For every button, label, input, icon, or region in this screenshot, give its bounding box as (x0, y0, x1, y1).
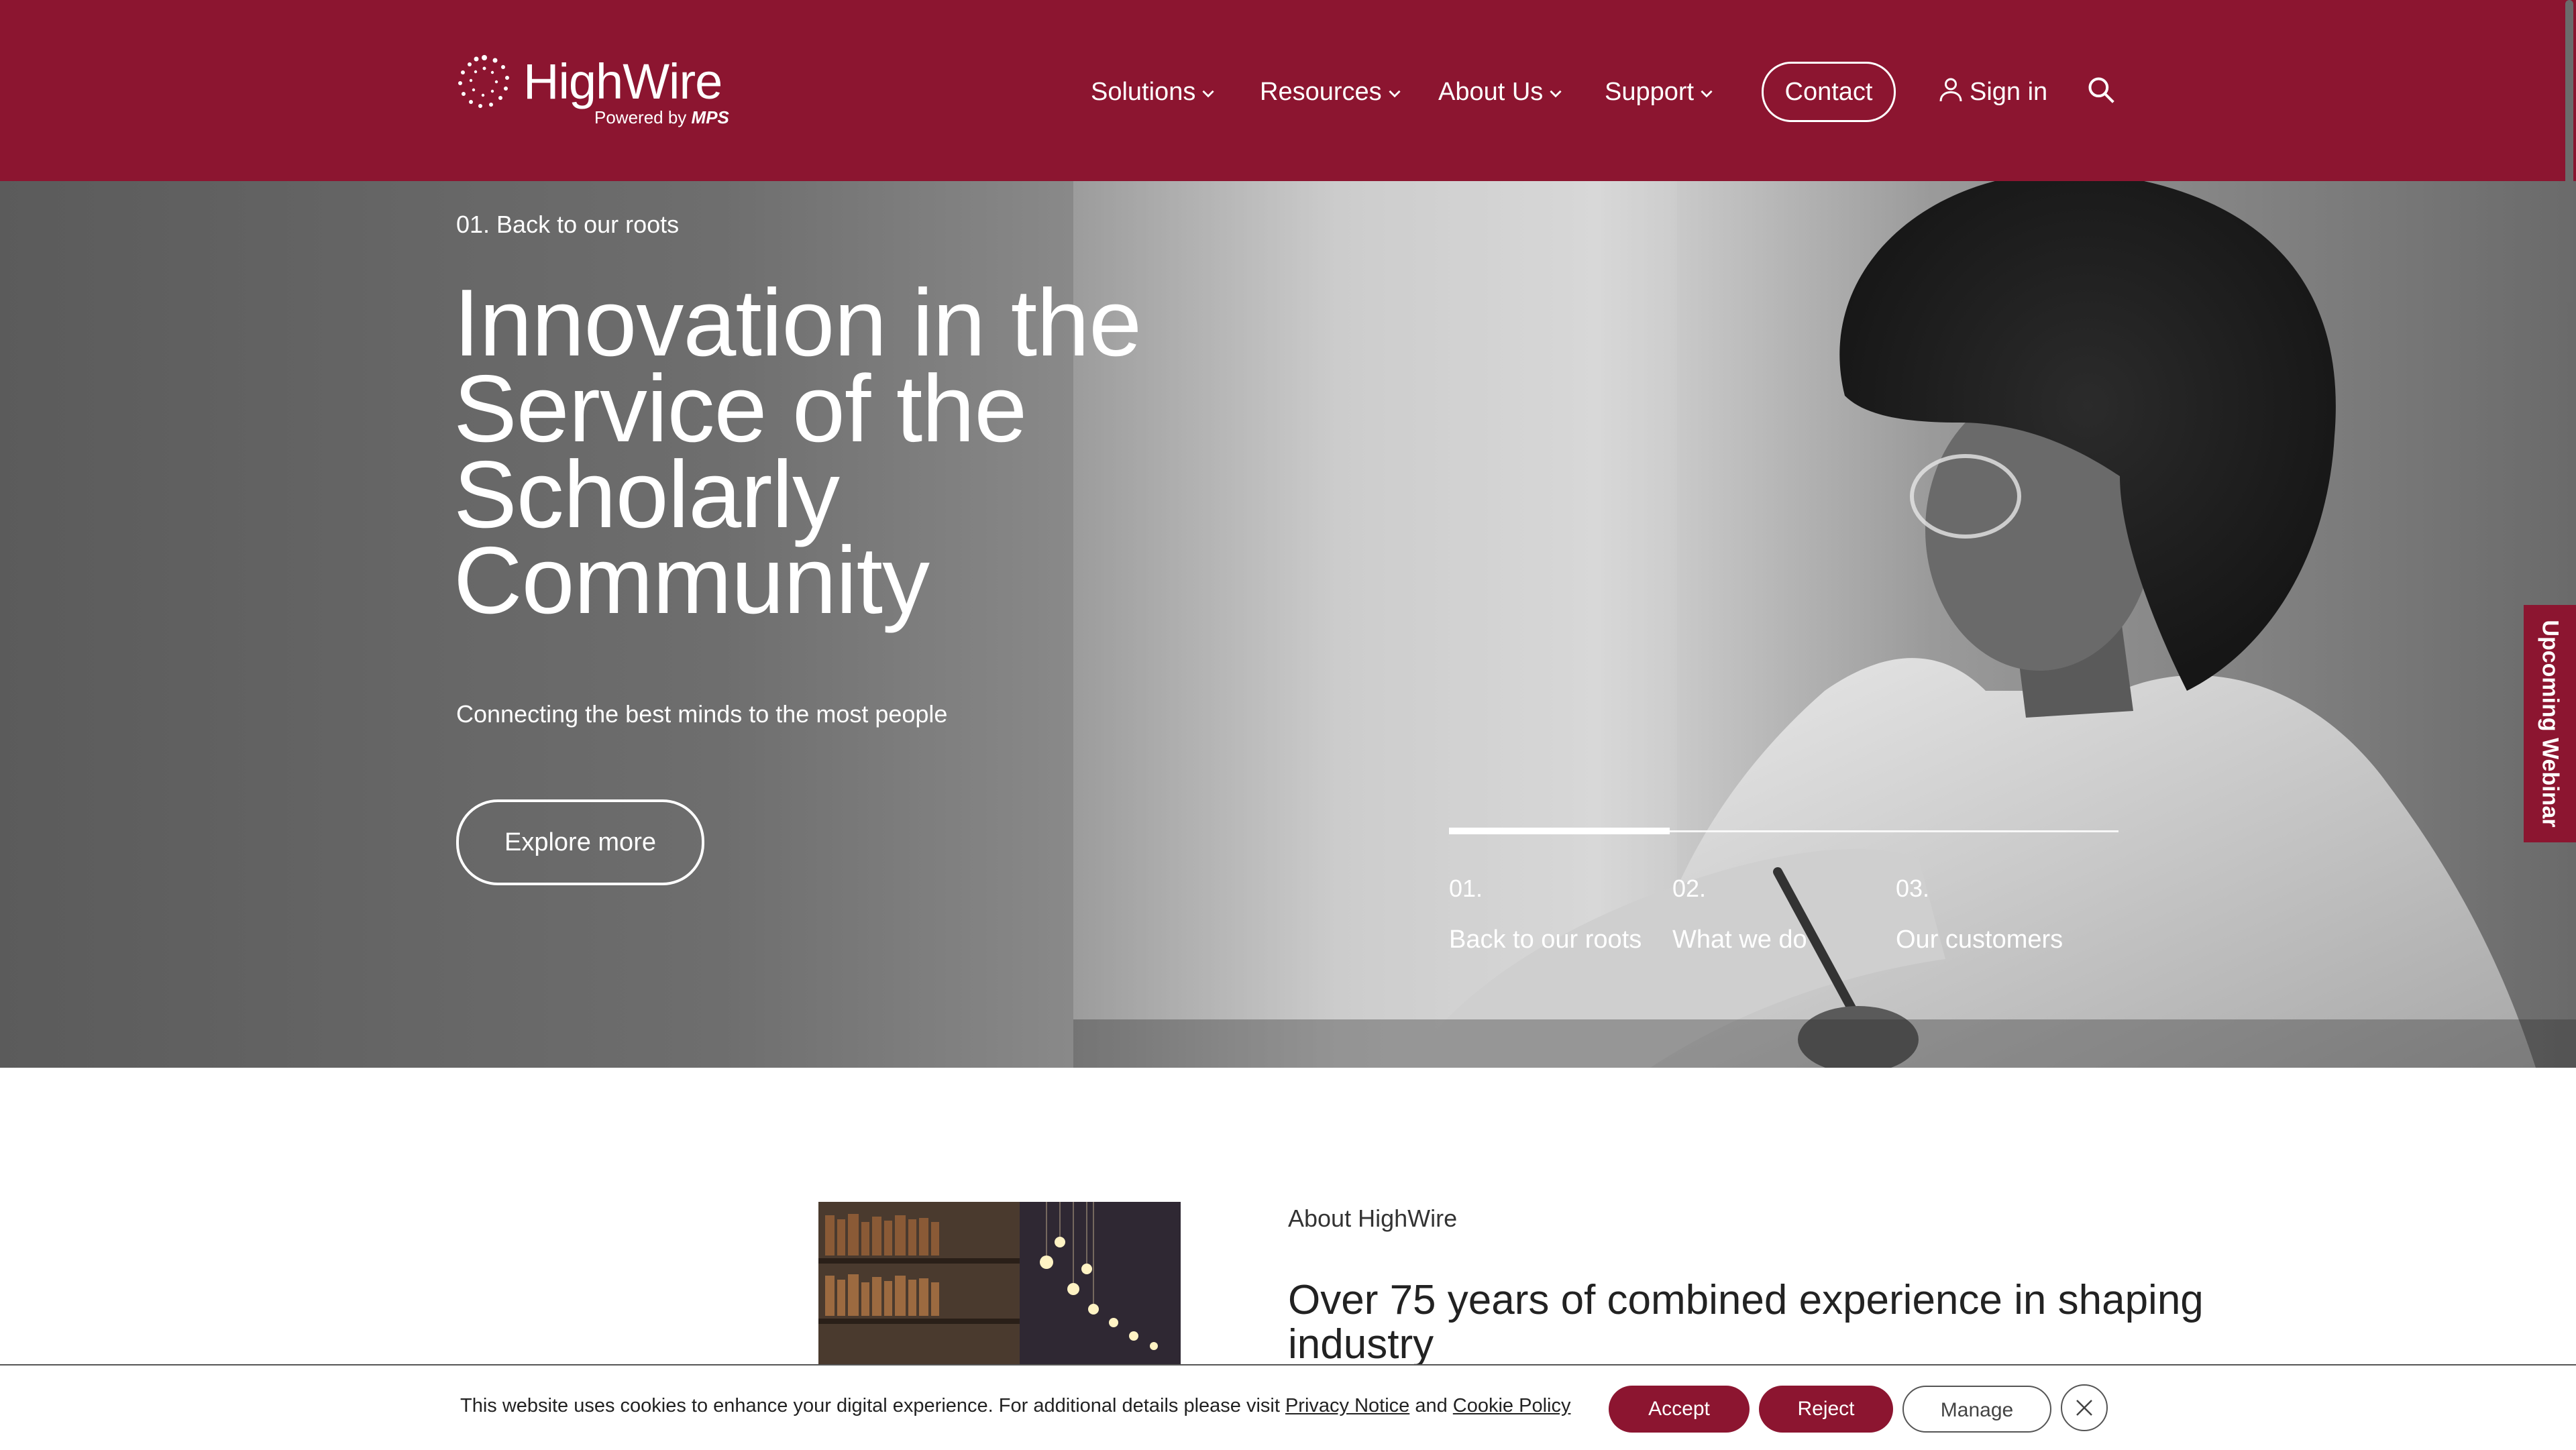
logo-tagline-prefix: Powered by (594, 107, 692, 127)
chevron-down-icon (1389, 90, 1401, 98)
cookie-banner: This website uses cookies to enhance you… (0, 1364, 2576, 1450)
slide-tab-1[interactable]: 01. Back to our roots (1449, 872, 1664, 956)
upcoming-webinar-tab[interactable]: Upcoming Webinar (2524, 605, 2576, 842)
slide-tab-2[interactable]: 02. What we do (1672, 872, 1887, 956)
cookie-message: This website uses cookies to enhance you… (460, 1395, 1570, 1417)
about-title: Over 75 years of combined experience in … (1288, 1277, 2204, 1368)
chevron-down-icon (1550, 90, 1562, 98)
search-icon[interactable] (2086, 75, 2116, 105)
slide-tab-3[interactable]: 03. Our customers (1896, 872, 2110, 956)
nav-support-label: Support (1605, 78, 1695, 106)
nav-solutions[interactable]: Solutions (1091, 62, 1217, 122)
slide-tab-number: 01. (1449, 875, 1483, 902)
upcoming-webinar-label: Upcoming Webinar (2537, 620, 2563, 828)
chevron-down-icon (1202, 90, 1214, 98)
cookie-close-button[interactable] (2061, 1384, 2108, 1431)
library-illustration (818, 1202, 1181, 1370)
cookie-reject-button[interactable]: Reject (1759, 1386, 1893, 1433)
cookie-policy-link[interactable]: Cookie Policy (1453, 1395, 1571, 1416)
close-icon (2076, 1400, 2092, 1416)
nav-about-us[interactable]: About Us (1438, 62, 1564, 122)
logo-wordmark: HighWire (523, 54, 722, 109)
cookie-message-prefix: This website uses cookies to enhance you… (460, 1395, 1285, 1416)
cookie-message-and: and (1409, 1395, 1453, 1416)
page-scrollbar[interactable] (2565, 0, 2573, 303)
explore-more-button[interactable]: Explore more (456, 799, 704, 885)
hero-subtitle: Connecting the best minds to the most pe… (456, 700, 948, 728)
nav-resources[interactable]: Resources (1260, 62, 1403, 122)
nav-solutions-label: Solutions (1091, 78, 1196, 106)
site-header: HighWire Powered by MPS Solutions Resour… (0, 0, 2576, 181)
cookie-manage-button[interactable]: Manage (1902, 1386, 2051, 1433)
privacy-notice-link[interactable]: Privacy Notice (1285, 1395, 1409, 1416)
nav-about-us-label: About Us (1438, 78, 1544, 106)
sign-in-link[interactable]: Sign in (1939, 62, 2047, 122)
sign-in-label: Sign in (1970, 78, 2048, 106)
hero-title: Innovation in the Service of the Scholar… (453, 270, 1142, 634)
slide-tab-label: Our customers (1896, 926, 2063, 954)
slide-tab-number: 03. (1896, 875, 1930, 902)
logo-tagline-brand: MPS (691, 107, 729, 127)
slide-tab-number: 02. (1672, 875, 1707, 902)
nav-support[interactable]: Support (1605, 62, 1715, 122)
logo-tagline: Powered by MPS (594, 107, 729, 127)
hero-eyebrow: 01. Back to our roots (456, 211, 680, 238)
slide-tab-label: What we do (1672, 926, 1807, 954)
hero-section: 01. Back to our roots Innovation in the … (0, 181, 2576, 1068)
slide-tab-label: Back to our roots (1449, 926, 1642, 954)
slide-progress-fill (1449, 828, 1670, 834)
cookie-accept-button[interactable]: Accept (1609, 1386, 1750, 1433)
nav-resources-label: Resources (1260, 78, 1382, 106)
library-image (818, 1202, 1181, 1370)
highwire-logo[interactable]: HighWire Powered by MPS (453, 51, 735, 131)
slide-progress-track (1449, 828, 2118, 834)
highwire-logo-icon (458, 55, 509, 108)
chevron-down-icon (1701, 90, 1713, 98)
contact-button[interactable]: Contact (1762, 62, 1896, 122)
user-icon (1939, 78, 1962, 102)
about-eyebrow: About HighWire (1288, 1205, 1458, 1232)
